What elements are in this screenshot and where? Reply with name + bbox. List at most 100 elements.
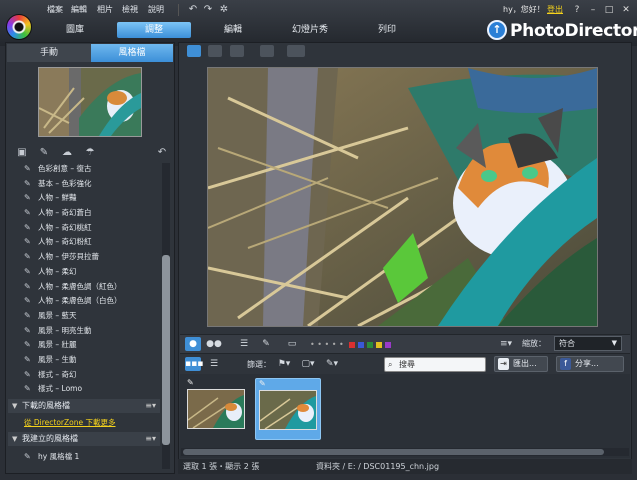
menu-photo[interactable]: 相片: [97, 4, 113, 16]
preset-scrollbar-thumb[interactable]: [162, 255, 170, 445]
brush-icon: ✎: [24, 266, 31, 276]
film-thumbnail[interactable]: ✎: [184, 378, 250, 440]
brush-icon: ✎: [24, 325, 31, 335]
menu-view[interactable]: 檢視: [122, 4, 138, 16]
thumbnail-image: [187, 389, 245, 429]
brush-icon: ✎: [24, 452, 31, 461]
menu-separator: [178, 4, 179, 16]
tab-edit[interactable]: 編輯: [200, 22, 266, 38]
settings-gear-icon[interactable]: ✲: [217, 3, 231, 17]
list-item[interactable]: ✎ 人物 – 奇幻桃紅: [8, 221, 160, 236]
tab-manual[interactable]: 手動: [7, 44, 91, 62]
list-item[interactable]: ✎ 樣式 – 奇幻: [8, 368, 160, 383]
single-person-icon[interactable]: ●: [185, 337, 201, 351]
list-item[interactable]: ✎ 人物 – 伊莎貝拉蕾: [8, 250, 160, 265]
view-grid-icon[interactable]: [230, 45, 244, 57]
color-label-red[interactable]: [349, 342, 355, 348]
menu-file[interactable]: 檔案: [47, 4, 63, 16]
list-item[interactable]: ✎ 人物 – 奇幻蒼白: [8, 206, 160, 221]
tab-style-presets[interactable]: 風格檔: [91, 44, 173, 62]
brand-arrow-icon: ↑: [487, 20, 507, 40]
list-item[interactable]: ✎ 人物 – 柔幻: [8, 265, 160, 280]
brush-icon: ✎: [24, 193, 31, 203]
color-label-yellow[interactable]: [376, 342, 382, 348]
list-item[interactable]: ✎ 色彩創意 – 復古: [8, 162, 160, 177]
apply-preset-icon[interactable]: ▣: [15, 147, 29, 159]
list-item[interactable]: ✎ 人物 – 柔膚色調（白色）: [8, 294, 160, 309]
brush-icon: ✎: [24, 369, 31, 379]
list-item[interactable]: ✎ 風景 – 生動: [8, 353, 160, 368]
rating-dots-icon[interactable]: • • • • •: [310, 340, 344, 349]
group-people-icon[interactable]: ●●: [206, 337, 222, 351]
brush-tool-icon[interactable]: ✎: [258, 337, 274, 351]
main-photo[interactable]: [207, 67, 598, 327]
edited-brush-icon: ✎: [187, 378, 194, 387]
tab-print[interactable]: 列印: [354, 22, 420, 38]
tab-adjust[interactable]: 調整: [117, 22, 191, 38]
share-preset-icon[interactable]: ☁: [60, 147, 74, 159]
film-thumbnail-selected[interactable]: ✎: [255, 378, 321, 440]
view-compare-icon[interactable]: [208, 45, 222, 57]
section-my-styles[interactable]: ▼ 我建立的風格檔 ≡▾: [8, 432, 160, 446]
filter-flag-icon[interactable]: ⚑▾: [274, 357, 294, 371]
export-button[interactable]: ⇥ 匯出...: [494, 356, 548, 372]
list-item[interactable]: ✎ 樣式 – Lomo: [8, 382, 160, 397]
brush-icon: ✎: [24, 384, 31, 394]
filter-label: 篩選：: [247, 360, 271, 369]
directorzone-link[interactable]: 從 DirectorZone 下載更多: [24, 417, 116, 429]
color-label-green[interactable]: [367, 342, 373, 348]
facebook-icon: f: [560, 358, 571, 370]
brush-icon: ✎: [24, 237, 31, 247]
list-item[interactable]: ✎ 風景 – 藍天: [8, 309, 160, 324]
section-downloaded[interactable]: ▼ 下載的風格檔 ≡▾: [8, 399, 160, 413]
thumbnail-image: [259, 390, 317, 430]
redo-icon[interactable]: ↷: [201, 3, 215, 17]
search-input[interactable]: ⌕ 搜尋: [384, 357, 486, 372]
edit-preset-icon[interactable]: ✎: [37, 147, 51, 159]
list-item[interactable]: ✎ 人物 – 奇幻粉紅: [8, 235, 160, 250]
list-item[interactable]: ✎ 風景 – 明亮生動: [8, 324, 160, 339]
close-button[interactable]: ✕: [620, 5, 632, 16]
frames-icon[interactable]: ▭: [284, 337, 300, 351]
list-item[interactable]: ✎ 人物 – 柔膚色調（紅色）: [8, 280, 160, 295]
view-single-icon[interactable]: [187, 45, 201, 57]
filmstrip-view-icon[interactable]: ▪▪▪: [185, 357, 203, 371]
view-rotate-icon[interactable]: [260, 45, 274, 57]
filmstrip-scrollbar-thumb[interactable]: [183, 449, 604, 455]
list-options-icon[interactable]: ≡▾: [498, 337, 514, 351]
edited-brush-icon: ✎: [259, 379, 266, 388]
list-view-icon[interactable]: ☰: [206, 357, 222, 371]
section-menu-icon[interactable]: ≡▾: [145, 432, 156, 446]
app-logo-icon: [6, 14, 32, 40]
collapse-arrow-icon: ▼: [12, 402, 18, 410]
reset-icon[interactable]: ↶: [155, 147, 169, 159]
maximize-button[interactable]: □: [603, 5, 615, 16]
zoom-label: 縮放：: [522, 339, 546, 348]
logout-link[interactable]: 登出: [547, 4, 563, 16]
section-menu-icon[interactable]: ≡▾: [145, 399, 156, 413]
list-item[interactable]: ✎ 人物 – 鮮豔: [8, 191, 160, 206]
filter-brush-icon[interactable]: ✎▾: [322, 357, 342, 371]
list-item[interactable]: ✎ 基本 – 色彩強化: [8, 177, 160, 192]
tab-library[interactable]: 圖庫: [44, 22, 106, 38]
color-label-blue[interactable]: [358, 342, 364, 348]
minimize-button[interactable]: –: [587, 5, 599, 16]
color-label-purple[interactable]: [385, 342, 391, 348]
brush-icon: ✎: [24, 296, 31, 306]
export-icon: ⇥: [498, 358, 509, 370]
chevron-down-icon: ▼: [611, 339, 617, 347]
view-display-dropdown-icon[interactable]: [287, 45, 305, 57]
menu-edit[interactable]: 編輯: [71, 4, 87, 16]
download-preset-icon[interactable]: ☂: [83, 147, 97, 159]
filter-frame-icon[interactable]: ▢▾: [298, 357, 318, 371]
help-button[interactable]: ?: [571, 5, 583, 16]
tab-slideshow[interactable]: 幻燈片秀: [272, 22, 348, 38]
zoom-select[interactable]: 符合 ▼: [554, 336, 622, 351]
share-button[interactable]: f 分享...: [556, 356, 624, 372]
list-item[interactable]: ✎ 風景 – 壯麗: [8, 338, 160, 353]
collapse-arrow-icon: ▼: [12, 435, 18, 443]
rating-icon[interactable]: ☰: [236, 337, 252, 351]
undo-icon[interactable]: ↶: [186, 3, 200, 17]
brush-icon: ✎: [24, 281, 31, 291]
menu-help[interactable]: 說明: [148, 4, 164, 16]
